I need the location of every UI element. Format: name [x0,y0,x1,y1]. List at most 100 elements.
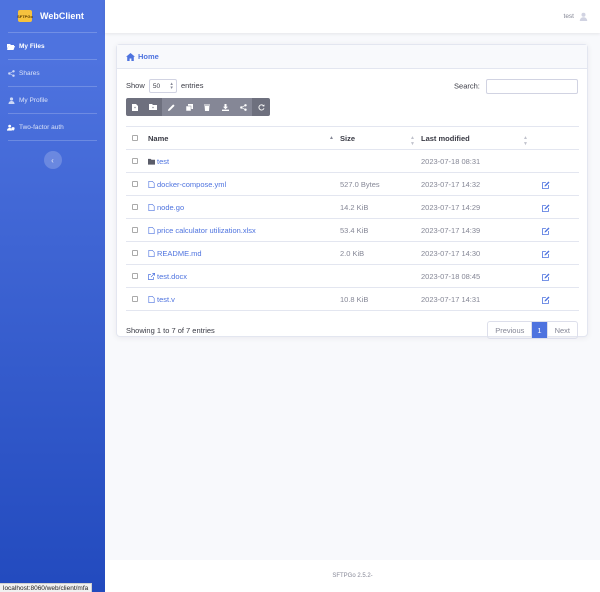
sidebar-item-my-files[interactable]: My Files [0,33,105,59]
table-header-row: Name ▲ Size ▲ ▼ Last modified ▲ ▼ [126,126,579,150]
select-arrows-icon: ▴ ▾ [170,81,173,91]
row-checkbox[interactable] [132,249,138,256]
file-link[interactable]: test.v [148,295,175,304]
file-modified: 2023-07-17 14:29 [421,195,534,219]
select-all-header [126,126,148,150]
user-avatar-icon[interactable] [579,12,588,21]
column-header-name[interactable]: Name ▲ [148,126,340,150]
share-button[interactable] [234,98,252,116]
table-row: test.v 10.8 KiB 2023-07-17 14:31 [126,287,579,311]
file-modified: 2023-07-17 14:30 [421,241,534,265]
add-file-icon [132,103,138,111]
file-modified: 2023-07-17 14:39 [421,218,534,242]
breadcrumb-home-link[interactable]: Home [138,52,159,61]
current-page-button[interactable]: 1 [531,322,547,338]
file-link[interactable]: node.go [148,203,184,212]
table-info: Showing 1 to 7 of 7 entries [126,325,215,335]
row-checkbox[interactable] [132,272,138,279]
page-size-select[interactable]: 50 ▴ ▾ [148,79,177,93]
file-size [340,149,421,173]
pagination: Previous 1 Next [487,321,578,339]
sidebar-item-label: My Files [19,42,45,50]
file-size: 527.0 Bytes [340,172,421,196]
column-header-size[interactable]: Size ▲ ▼ [340,126,421,150]
file-modified: 2023-07-18 08:31 [421,149,534,173]
table-row: README.md 2.0 KiB 2023-07-17 14:30 [126,241,579,265]
table-footer: Showing 1 to 7 of 7 entries Previous 1 N… [126,321,578,339]
pencil-icon [167,103,175,111]
sidebar: SFTPGo WebClient My Files Shares My Prof… [0,0,105,592]
table-row: docker-compose.yml 527.0 Bytes 2023-07-1… [126,172,579,196]
sidebar-item-label: My Profile [19,96,48,104]
edit-icon[interactable] [542,296,550,304]
user-shield-icon [7,124,15,131]
file-size: 2.0 KiB [340,241,421,265]
table-controls: Show 50 ▴ ▾ entries Search: [126,78,578,94]
sort-icon: ▲ ▼ [410,135,415,147]
search-label: Search: [454,80,480,90]
sidebar-item-shares[interactable]: Shares [0,60,105,86]
file-link[interactable]: test.docx [148,272,187,281]
previous-page-button[interactable]: Previous [488,322,531,338]
browser-status-bar: localhost:8060/web/client/mfa [0,583,93,592]
file-link[interactable]: test [148,157,169,166]
file-modified: 2023-07-18 08:45 [421,264,534,288]
status-url: localhost:8060/web/client/mfa [3,584,89,592]
edit-icon[interactable] [542,250,550,258]
rename-button[interactable] [162,98,180,116]
file-icon [148,180,155,188]
select-all-checkbox[interactable] [132,134,138,141]
file-toolbar [126,98,578,116]
file-size [340,264,421,288]
add-file-button[interactable] [126,98,144,116]
page-footer: SFTPGo 2.5.2- [105,560,600,592]
show-label: Show [126,80,145,90]
file-browser-card: Home Show 50 ▴ ▾ entries Search: Name ▲ … [116,44,588,339]
search-control: Search: [454,78,578,94]
table-row: test.docx 2023-07-18 08:45 [126,264,579,288]
row-checkbox[interactable] [132,180,138,187]
delete-button[interactable] [198,98,216,116]
edit-icon[interactable] [542,273,550,281]
edit-icon[interactable] [542,227,550,235]
add-folder-button[interactable] [144,98,162,116]
version-text: SFTPGo 2.5.2- [332,573,373,579]
folder-open-icon [7,43,15,50]
sidebar-item-label: Two-factor auth [19,123,64,131]
download-button[interactable] [216,98,234,116]
file-size: 14.2 KiB [340,195,421,219]
sidebar-item-my-profile[interactable]: My Profile [0,87,105,113]
sidebar-item-two-factor-auth[interactable]: Two-factor auth [0,114,105,140]
entries-label: entries [180,80,204,90]
file-link[interactable]: docker-compose.yml [148,180,226,189]
brand-title: WebClient [40,11,84,21]
download-icon [221,103,229,111]
edit-icon[interactable] [542,181,550,189]
search-input[interactable] [486,78,578,94]
breadcrumb: Home [117,45,587,69]
column-header-last-modified[interactable]: Last modified ▲ ▼ [421,126,534,150]
row-checkbox[interactable] [132,226,138,233]
brand[interactable]: SFTPGo WebClient [0,0,105,32]
chevron-left-icon: ‹ [51,155,54,165]
sort-icon: ▲ ▼ [523,135,528,147]
copy-icon [185,103,193,111]
row-checkbox[interactable] [132,295,138,302]
copy-button[interactable] [180,98,198,116]
next-page-button[interactable]: Next [546,322,577,338]
file-link[interactable]: price calculator utilization.xlsx [148,226,256,235]
topbar: test [105,0,600,33]
add-folder-icon [149,104,157,110]
sftpgo-logo: SFTPGo [17,10,33,22]
file-link[interactable]: README.md [148,249,202,258]
sidebar-toggle-button[interactable]: ‹ [43,151,62,169]
edit-icon[interactable] [542,204,550,212]
folder-icon [148,158,155,165]
refresh-button[interactable] [252,98,270,116]
row-checkbox[interactable] [132,157,138,164]
file-size: 53.4 KiB [340,218,421,242]
refresh-icon [257,103,264,110]
row-checkbox[interactable] [132,203,138,210]
file-size: 10.8 KiB [340,287,421,311]
username[interactable]: test [564,13,574,20]
